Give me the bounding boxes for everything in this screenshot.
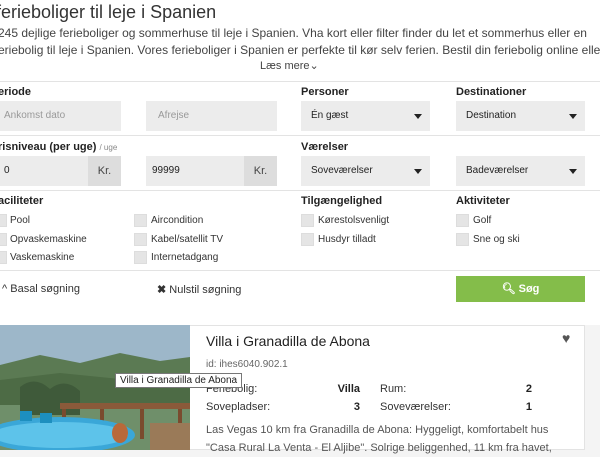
price-sublabel: / uge	[99, 143, 118, 152]
rooms-label: Værelser	[301, 141, 349, 153]
divider	[0, 270, 600, 271]
bathrooms-select[interactable]: Badeværelser	[456, 156, 585, 186]
intro-text: 245 dejlige ferieboliger og sommerhuse t…	[0, 25, 600, 59]
caret-down-icon	[569, 169, 577, 174]
sleeps-value: 3	[353, 401, 360, 413]
currency-label: Kr.	[244, 156, 277, 186]
basic-search-link[interactable]: ^ Basal søgning	[2, 283, 80, 295]
divider	[0, 190, 600, 191]
pets-checkbox[interactable]	[301, 233, 314, 246]
caret-down-icon	[569, 114, 577, 119]
intro-line: 245 dejlige ferieboliger og sommerhuse t…	[0, 26, 587, 40]
price-min-field[interactable]: 0 Kr.	[0, 156, 121, 186]
bedrooms-count-label: Soveværelser:	[380, 401, 451, 413]
read-more-label: Læs mere	[260, 60, 310, 72]
search-button-label: Søg	[518, 283, 540, 295]
description-line: "Casa Rural La Venta - El Aljibe". Solri…	[206, 442, 552, 454]
accessibility-label: Tilgængelighed	[301, 195, 383, 207]
caret-down-icon	[414, 169, 422, 174]
chevron-up-icon: ^	[2, 283, 8, 295]
description-line: Las Vegas 10 km fra Granadilla de Abona:…	[206, 424, 549, 436]
heart-icon[interactable]: ♥	[562, 330, 570, 346]
activities-label: Aktiviteter	[456, 195, 510, 207]
page-title: ferieboliger til leje i Spanien	[0, 2, 217, 22]
cable-tv-checkbox[interactable]	[134, 233, 147, 246]
listing-id: id: ihes6040.902.1	[206, 359, 288, 370]
washing-machine-label: Vaskemaskine	[10, 252, 75, 263]
rooms-count-label: Rum:	[380, 383, 407, 395]
reset-search-label: Nulstil søgning	[169, 284, 242, 296]
reset-search-link[interactable]: ✖ Nulstil søgning	[157, 283, 241, 296]
arrival-date-field[interactable]: Ankomst dato	[0, 101, 121, 131]
currency-label: Kr.	[88, 156, 121, 186]
golf-label: Golf	[473, 215, 492, 226]
photo-tooltip: Villa i Granadilla de Abona	[115, 373, 243, 388]
dishwasher-checkbox[interactable]	[0, 233, 7, 246]
price-label-text: risniveau (per uge)	[0, 141, 97, 153]
wheelchair-label: Kørestolsvenligt	[318, 215, 390, 226]
search-button[interactable]: 🔍︎ Søg	[456, 276, 585, 302]
listing-title[interactable]: Villa i Granadilla de Abona	[206, 333, 370, 349]
ski-label: Sne og ski	[473, 234, 520, 245]
caret-down-icon	[414, 114, 422, 119]
departure-date-field[interactable]: Afrejse	[146, 101, 277, 131]
read-more-link[interactable]: Læs mere⌄	[260, 59, 319, 72]
close-icon: ✖	[157, 284, 167, 296]
wheelchair-checkbox[interactable]	[301, 214, 314, 227]
aircondition-checkbox[interactable]	[134, 214, 147, 227]
pool-label: Pool	[10, 215, 31, 226]
internet-checkbox[interactable]	[134, 251, 147, 264]
internet-label: Internetadgang	[151, 252, 219, 263]
bathrooms-value: Badeværelser	[466, 165, 529, 176]
search-icon: 🔍︎	[501, 283, 516, 295]
chevron-down-icon: ⌄	[309, 60, 319, 72]
destination-value: Destination	[466, 110, 517, 121]
listing-description: Las Vegas 10 km fra Granadilla de Abona:…	[206, 421, 586, 457]
price-min-value: 0	[4, 165, 10, 176]
sleeps-label: Sovepladser:	[206, 401, 271, 413]
period-label: eriode	[0, 86, 32, 98]
persons-select[interactable]: Én gæst	[301, 101, 430, 131]
price-label: risniveau (per uge) / uge	[0, 141, 117, 153]
bedrooms-count-value: 1	[525, 401, 532, 413]
persons-label: Personer	[301, 86, 349, 98]
cable-tv-label: Kabel/satellit TV	[151, 234, 224, 245]
price-max-value: 99999	[152, 165, 180, 176]
golf-checkbox[interactable]	[456, 214, 469, 227]
intro-line: eriebolig til leje i Spanien. Vores feri…	[0, 43, 600, 57]
destination-select[interactable]: Destination	[456, 101, 585, 131]
rooms-count-value: 2	[525, 383, 532, 395]
facilities-label: aciliteter	[0, 195, 44, 207]
persons-value: Én gæst	[311, 110, 349, 121]
divider	[0, 81, 600, 82]
basic-search-label: Basal søgning	[10, 283, 80, 295]
price-max-field[interactable]: 99999 Kr.	[146, 156, 277, 186]
ski-checkbox[interactable]	[456, 233, 469, 246]
bedrooms-value: Soveværelser	[311, 165, 373, 176]
washing-machine-checkbox[interactable]	[0, 251, 7, 264]
pool-checkbox[interactable]	[0, 214, 7, 227]
aircondition-label: Aircondition	[151, 215, 204, 226]
pets-label: Husdyr tilladt	[318, 234, 376, 245]
bedrooms-select[interactable]: Soveværelser	[301, 156, 430, 186]
divider	[0, 135, 600, 136]
type-value: Villa	[337, 383, 360, 395]
destinations-label: Destinationer	[456, 86, 527, 98]
dishwasher-label: Opvaskemaskine	[10, 234, 87, 245]
